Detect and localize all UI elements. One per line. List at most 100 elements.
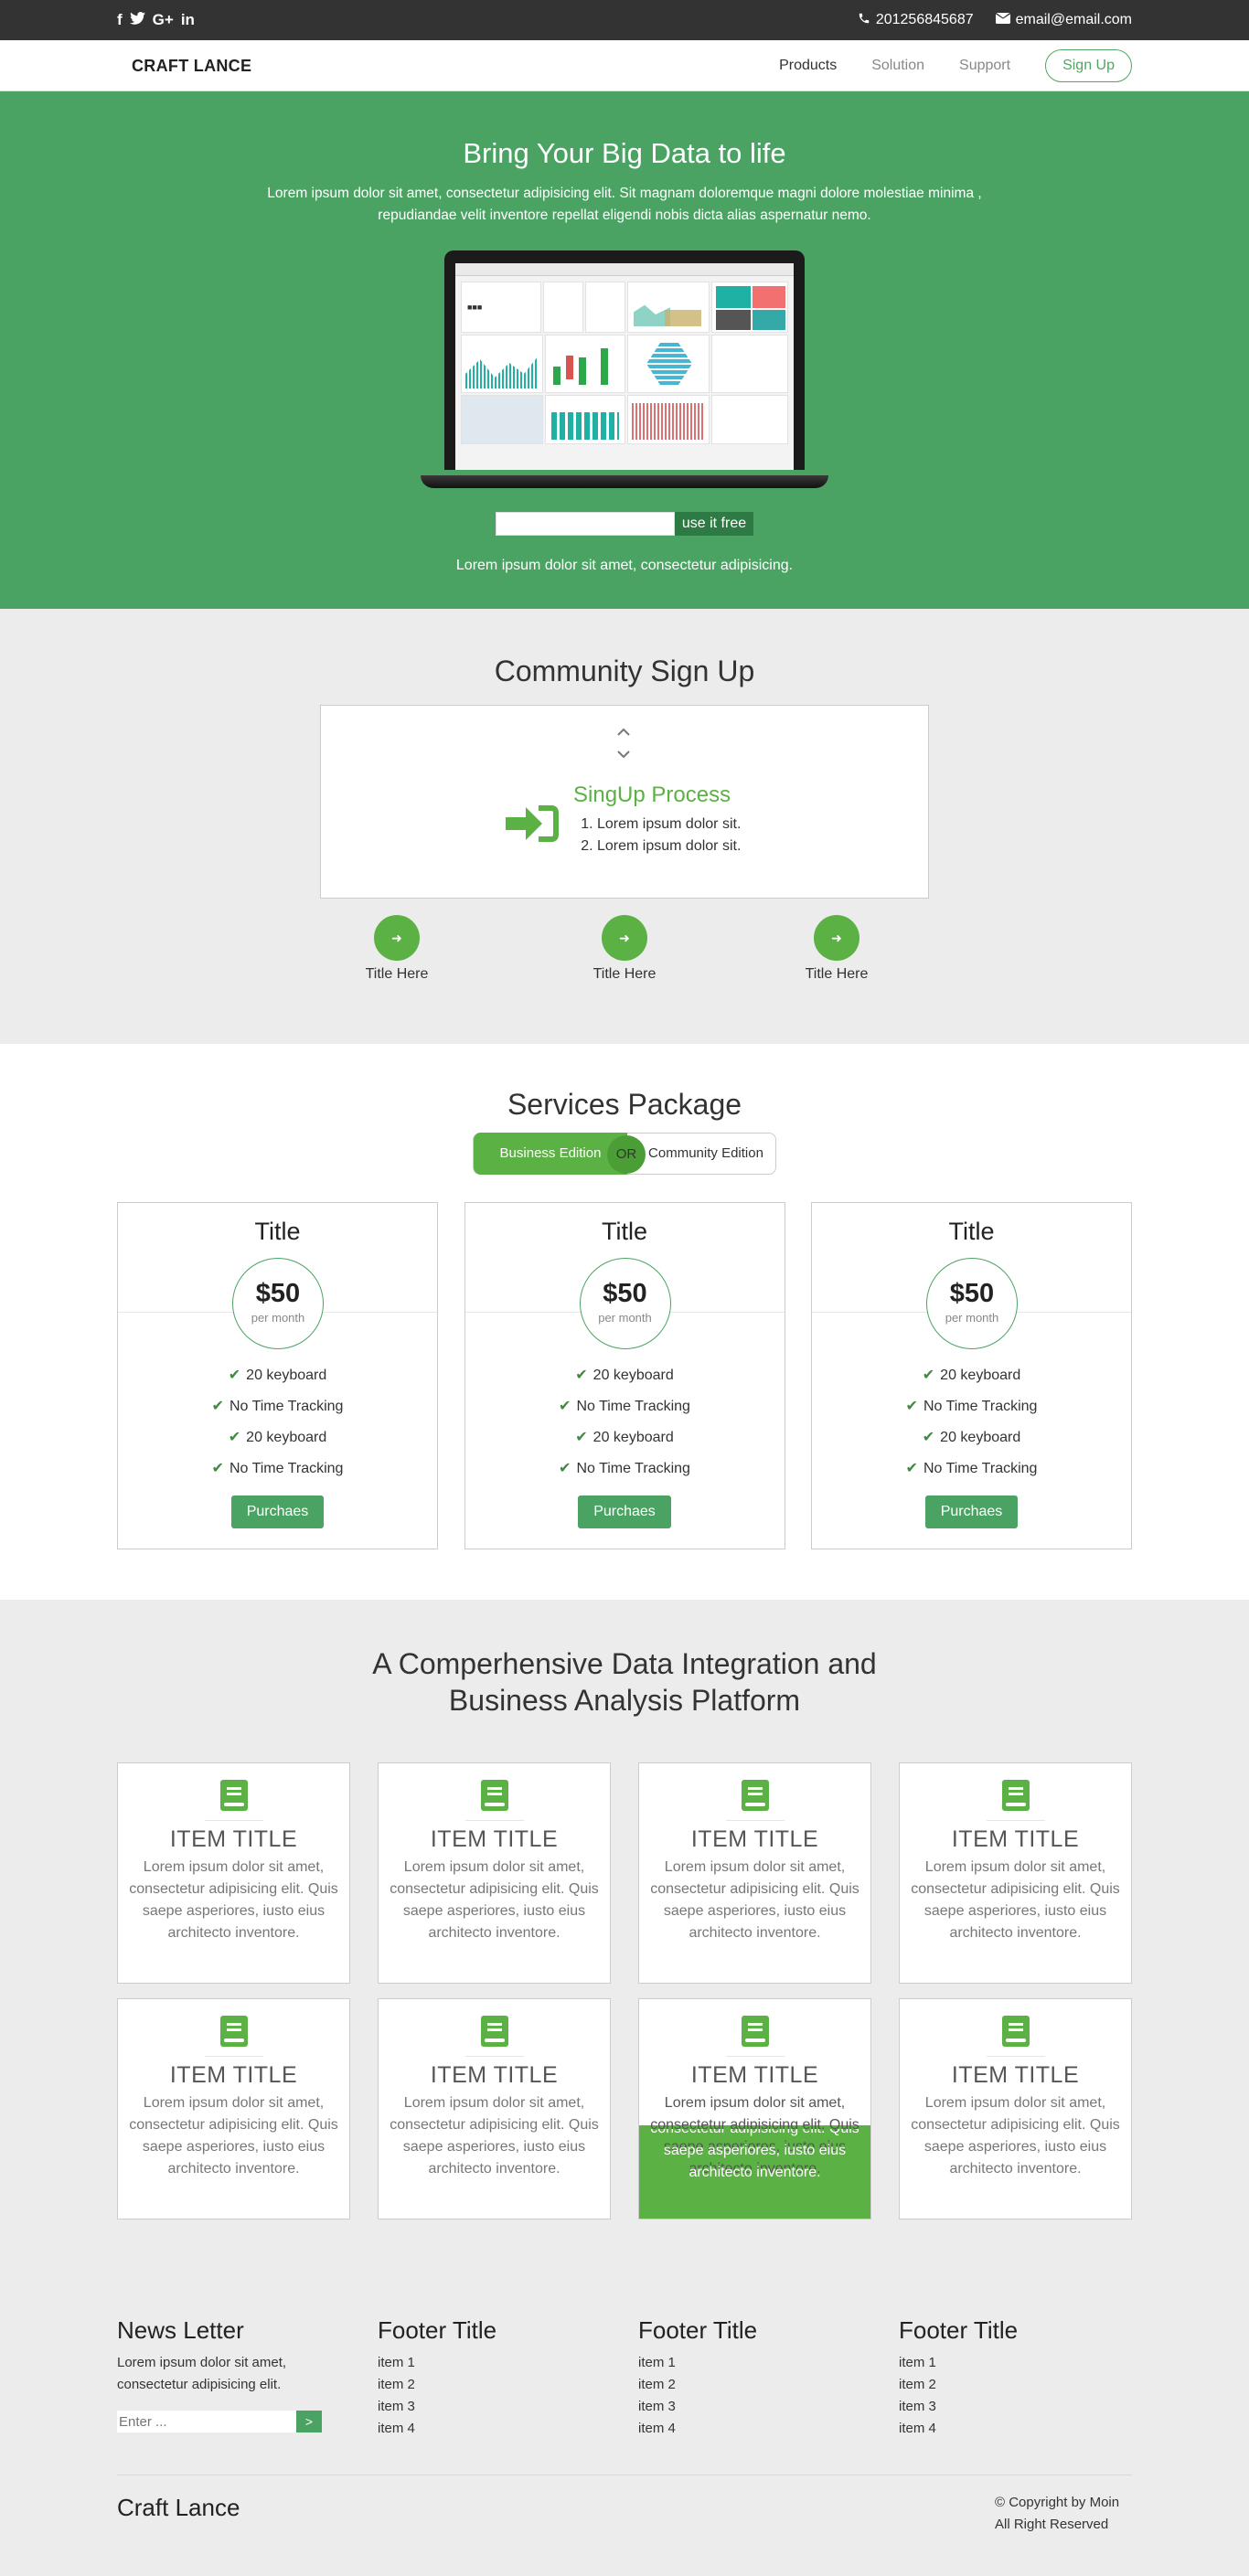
platform-title: A Comperhensive Data Integration and Busi… [372,1647,877,1717]
book-icon [741,2016,769,2047]
footer-column: Footer Title item 1 item 2 item 3 item 4 [638,2316,899,2440]
newsletter-email-input[interactable] [117,2411,296,2432]
footer-link[interactable]: item 3 [899,2396,1132,2418]
use-it-free-button[interactable]: use it free [674,512,754,536]
newsletter-form: > [117,2411,378,2432]
step-title: Title Here [365,966,429,982]
footer-link[interactable]: item 2 [638,2374,899,2396]
item-title: ITEM TITLE [951,2062,1080,2088]
hero-email-input[interactable] [495,512,675,536]
divider [986,1820,1045,1821]
community-edition-tab[interactable]: Community Edition [627,1133,775,1175]
feature-grid: ITEM TITLE Lorem ipsum dolor sit amet, co… [117,1762,1132,2219]
plan-title: Title [254,1218,301,1245]
divider [725,2056,785,2057]
sign-in-icon[interactable]: ➜ [374,915,420,961]
item-card[interactable]: ITEM TITLE Lorem ipsum dolor sit amet, co… [117,1998,350,2219]
item-card[interactable]: ITEM TITLE Lorem ipsum dolor sit amet, co… [638,1762,871,1984]
chevron-up-down-icon[interactable] [615,726,632,766]
check-icon: ✔ [228,1368,241,1383]
process-item: Lorem ipsum dolor sit. [597,836,741,857]
step-title: Title Here [592,966,657,982]
sign-up-button[interactable]: Sign Up [1045,49,1132,82]
footer-link[interactable]: item 3 [378,2396,638,2418]
footer-link[interactable]: item 1 [899,2352,1132,2374]
price-amount: $50 [949,1279,995,1308]
step-1[interactable]: ➜ Title Here [342,915,452,983]
brand-logo[interactable]: CRAFT LANCE [117,57,251,76]
check-icon: ✔ [922,1368,935,1383]
linkedin-icon[interactable]: in [181,11,195,29]
check-icon: ✔ [905,1399,918,1414]
google-plus-icon[interactable]: G+ [153,11,174,29]
nav-item-solution[interactable]: Solution [871,58,924,74]
community-title: Community Sign Up [494,655,755,687]
footer-link[interactable]: item 2 [899,2374,1132,2396]
price-amount: $50 [255,1279,301,1308]
signup-process-box: SingUp Process Lorem ipsum dolor sit. Lo… [320,705,929,899]
feature-item: ✔ No Time Tracking [905,1399,1038,1414]
email-contact[interactable]: email@email.com [995,12,1132,28]
item-card[interactable]: ITEM TITLE Lorem ipsum dolor sit amet, co… [378,1998,611,2219]
footer-link[interactable]: item 4 [899,2418,1132,2440]
purchase-button[interactable]: Purchaes [578,1496,671,1528]
book-icon [219,2016,248,2047]
copyright-text: © Copyright by Moin All Right Reserved [995,2495,1120,2532]
check-icon: ✔ [575,1368,588,1383]
nav-item-support[interactable]: Support [959,58,1010,74]
sign-in-icon[interactable]: ➜ [814,915,859,961]
price-circle: $50 per month [579,1258,671,1349]
footer-column: Footer Title item 1 item 2 item 3 item 4 [378,2316,638,2440]
phone-contact[interactable]: 201256845687 [858,12,974,29]
business-edition-tab[interactable]: Business Edition [474,1133,627,1175]
purchase-button[interactable]: Purchaes [230,1496,325,1528]
facebook-icon[interactable]: f [117,11,123,29]
twitter-icon[interactable] [129,11,145,29]
email-address: email@email.com [1015,12,1132,27]
item-text: Lorem ipsum dolor sit amet, consectetur … [911,1859,1120,1941]
newsletter-submit-button[interactable]: > [296,2411,322,2432]
divider [986,2056,1045,2057]
footer-link[interactable]: item 1 [638,2352,899,2374]
newsletter-column: News Letter Lorem ipsum dolor sit amet, … [117,2316,378,2440]
price-period: per month [598,1311,652,1325]
step-title: Title Here [805,966,869,982]
sign-in-icon[interactable]: ➜ [602,915,647,961]
footer-link[interactable]: item 4 [378,2418,638,2440]
footer-link[interactable]: item 1 [378,2352,638,2374]
item-card[interactable]: ITEM TITLE Lorem ipsum dolor sit amet, co… [117,1762,350,1984]
feature-item: ✔ 20 keyboard [228,1368,327,1383]
step-3[interactable]: ➜ Title Here [782,915,891,983]
item-card[interactable]: ITEM TITLE Lorem ipsum dolor sit amet, co… [638,1998,871,2219]
feature-item: ✔ No Time Tracking [211,1461,344,1476]
footer: News Letter Lorem ipsum dolor sit amet, … [0,2274,1249,2576]
book-icon [219,1780,248,1811]
community-section: Community Sign Up SingUp Process Lorem i… [0,609,1249,1044]
hero-title: Bring Your Big Data to life [463,137,786,169]
purchase-button[interactable]: Purchaes [924,1496,1019,1528]
step-2[interactable]: ➜ Title Here [570,915,679,983]
footer-column-title: Footer Title [899,2316,1019,2344]
item-card[interactable]: ITEM TITLE Lorem ipsum dolor sit amet, co… [378,1762,611,1984]
process-title: SingUp Process [573,782,731,807]
nav-item-products[interactable]: Products [779,58,837,74]
sign-in-icon [504,802,562,850]
or-badge: OR [607,1135,646,1174]
item-card[interactable]: ITEM TITLE Lorem ipsum dolor sit amet, co… [899,1762,1132,1984]
footer-logo[interactable]: Craft Lance [117,2494,240,2536]
book-icon [480,2016,508,2047]
phone-number: 201256845687 [875,12,974,27]
footer-link[interactable]: item 4 [638,2418,899,2440]
footer-link[interactable]: item 2 [378,2374,638,2396]
item-text: Lorem ipsum dolor sit amet, consectetur … [911,2095,1120,2177]
pricing-card: Title $50 per month ✔ 20 keyboard ✔ No Tim… [811,1202,1132,1549]
footer-link[interactable]: item 3 [638,2396,899,2418]
main-navbar: CRAFT LANCE Products Solution Support Si… [0,40,1249,91]
services-title: Services Package [507,1088,742,1121]
check-icon: ✔ [211,1399,224,1414]
item-card[interactable]: ITEM TITLE Lorem ipsum dolor sit amet, co… [899,1998,1132,2219]
item-title: ITEM TITLE [690,1826,819,1852]
check-icon: ✔ [905,1461,918,1476]
divider [204,2056,263,2057]
feature-item: ✔ 20 keyboard [228,1430,327,1445]
